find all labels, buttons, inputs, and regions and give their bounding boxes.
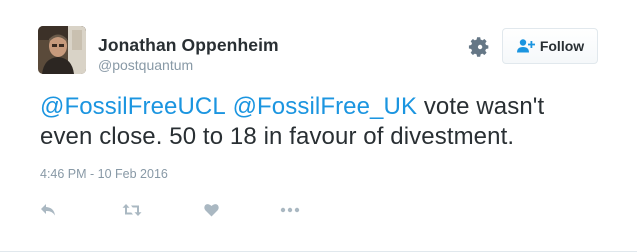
- avatar[interactable]: [38, 26, 86, 74]
- more-dots-icon: [280, 207, 300, 213]
- user-info: Jonathan Oppenheim @postquantum: [98, 35, 279, 75]
- tweet-text-line-1: vote wasn't: [417, 93, 545, 120]
- mention-link-fossilfreeucl[interactable]: @FossilFreeUCL: [40, 93, 226, 120]
- reply-button[interactable]: [40, 198, 56, 222]
- gear-icon[interactable]: [468, 36, 490, 58]
- timestamp[interactable]: 4:46 PM - 10 Feb 2016: [40, 167, 168, 181]
- follow-button[interactable]: Follow: [502, 28, 598, 64]
- tweet-card: Jonathan Oppenheim @postquantum Follow @…: [0, 0, 637, 252]
- follow-plus-icon: [516, 39, 535, 53]
- tweet-text: @FossilFreeUCL @FossilFree_UK vote wasn'…: [40, 92, 620, 152]
- tweet-actions: [40, 198, 600, 222]
- retweet-icon: [122, 204, 142, 216]
- user-avatar-photo-icon: [38, 26, 86, 74]
- tweet-text-line-2: even close. 50 to 18 in favour of divest…: [40, 123, 515, 150]
- retweet-button[interactable]: [122, 198, 142, 222]
- heart-icon: [204, 204, 219, 217]
- mention-link-fossilfree-uk[interactable]: @FossilFree_UK: [233, 93, 417, 120]
- follow-button-label: Follow: [539, 38, 585, 54]
- reply-icon: [41, 204, 55, 216]
- display-name[interactable]: Jonathan Oppenheim: [98, 35, 279, 55]
- screen-name[interactable]: @postquantum: [98, 55, 279, 75]
- more-button[interactable]: [280, 198, 300, 222]
- like-button[interactable]: [204, 198, 219, 222]
